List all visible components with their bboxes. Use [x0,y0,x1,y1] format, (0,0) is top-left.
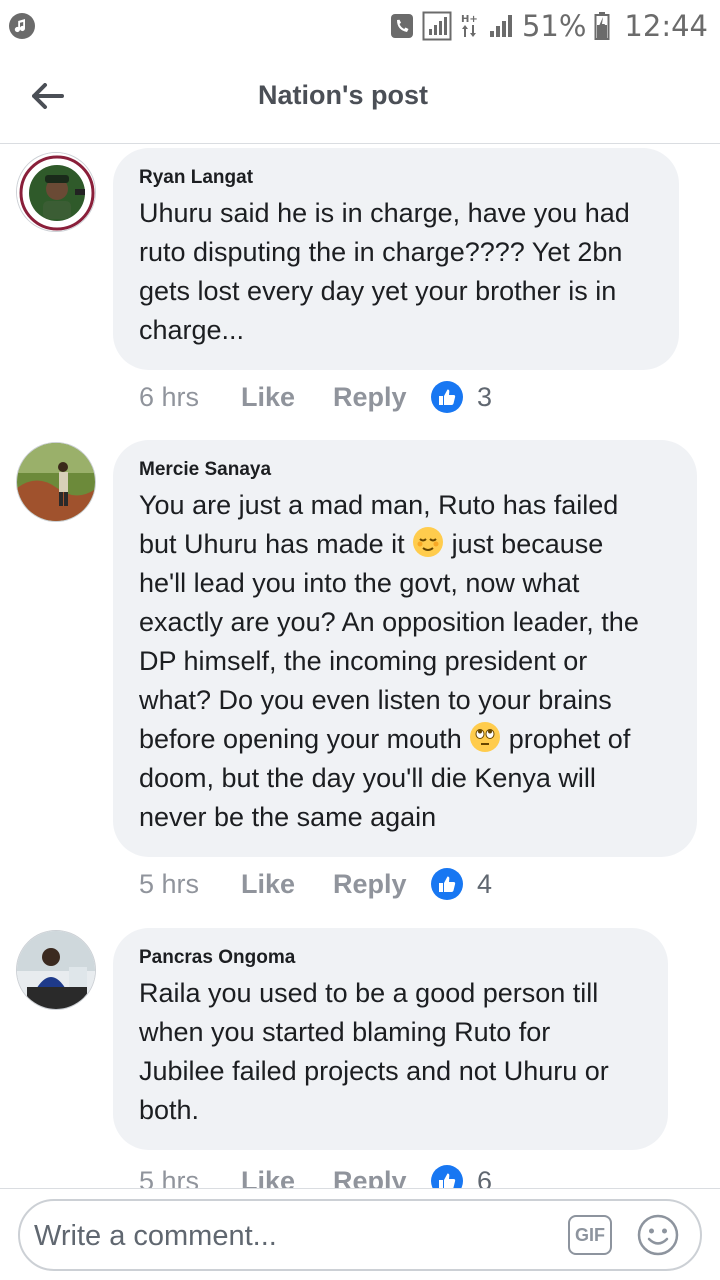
comment-time[interactable]: 5 hrs [139,1166,241,1189]
comment-bubble: Ryan Langat Uhuru said he is in charge, … [113,148,679,370]
comment-actions: 5 hrs Like Reply 4 [139,864,492,904]
comment-author[interactable]: Ryan Langat [139,166,653,190]
cellular-signal-icon [489,15,512,37]
reply-button[interactable]: Reply [333,1166,431,1189]
thumbs-up-icon[interactable] [431,381,463,413]
thumbs-up-icon[interactable] [431,1165,463,1188]
app-header: Nation's post [0,52,720,144]
eye-roll-emoji-icon [470,722,501,752]
reply-button[interactable]: Reply [333,869,431,900]
comment-time[interactable]: 5 hrs [139,869,241,900]
comment-actions: 5 hrs Like Reply 6 [139,1161,492,1188]
page-title: Nation's post [258,80,428,110]
comments-list: Ryan Langat Uhuru said he is in charge, … [0,144,720,1188]
comment-text: Uhuru said he is in charge, have you had… [139,198,630,345]
like-count[interactable]: 4 [477,869,492,900]
status-bar: H+ 51% 12:44 [0,0,720,52]
comment-actions: 6 hrs Like Reply 3 [139,377,492,417]
thumbs-up-icon[interactable] [431,868,463,900]
music-note-icon [9,13,35,39]
avatar[interactable] [16,442,96,522]
battery-icon [594,12,610,40]
comment-input-box[interactable]: GIF [18,1199,702,1271]
like-button[interactable]: Like [241,1166,333,1189]
comment-time[interactable]: 6 hrs [139,382,241,413]
comment-input[interactable] [34,1215,554,1257]
status-icons: H+ 51% 12:44 [390,8,708,44]
svg-text:H+: H+ [461,14,478,25]
signal-box-icon [422,11,452,41]
smiley-icon[interactable] [636,1213,680,1257]
battery-percent: 51% [521,9,587,43]
comment-text-part: just because he'll lead you into the gov… [139,529,639,754]
avatar[interactable] [16,152,96,232]
like-count[interactable]: 3 [477,382,492,413]
like-count[interactable]: 6 [477,1166,492,1189]
gif-button[interactable]: GIF [568,1215,612,1255]
avatar[interactable] [16,930,96,1010]
comment-author[interactable]: Pancras Ongoma [139,946,642,970]
like-button[interactable]: Like [241,382,333,413]
comment-bubble: Pancras Ongoma Raila you used to be a go… [113,928,668,1150]
like-button[interactable]: Like [241,869,333,900]
comment-text: Raila you used to be a good person till … [139,978,609,1125]
reply-button[interactable]: Reply [333,382,431,413]
comment-text: You are just a mad man, Ruto has failed … [139,486,671,837]
comment-composer: GIF [0,1188,720,1280]
data-arrows-icon: H+ [461,14,478,37]
relieved-emoji-icon [413,527,444,557]
status-time: 12:44 [624,9,708,43]
phone-call-icon [390,14,413,38]
comment-author[interactable]: Mercie Sanaya [139,458,671,482]
comment-bubble: Mercie Sanaya You are just a mad man, Ru… [113,440,697,857]
